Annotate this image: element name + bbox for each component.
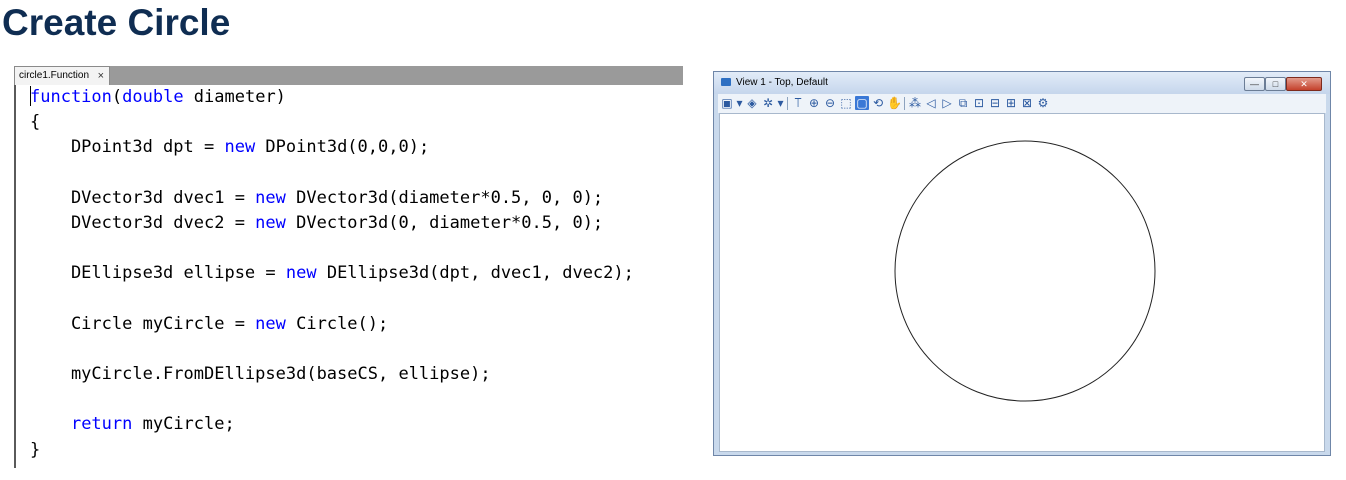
view-attributes-icon[interactable]: ▣ xyxy=(720,96,734,110)
view-canvas[interactable] xyxy=(719,113,1325,452)
code-text: DVector3d(diameter*0.5, 0, 0); xyxy=(285,187,604,208)
code-line: DVector3d dvec1 = new DVector3d(diameter… xyxy=(30,186,634,211)
dropdown-arrow-icon[interactable]: ▾ xyxy=(736,96,743,110)
pan-view-icon[interactable]: ✋ xyxy=(887,96,902,110)
code-keyword: double xyxy=(122,87,184,107)
code-text: DVector3d dvec2 = xyxy=(30,212,256,233)
copy-view-icon[interactable]: ⧉ xyxy=(956,96,970,110)
close-icon[interactable]: × xyxy=(98,67,104,85)
minimize-button[interactable]: — xyxy=(1244,77,1265,91)
code-line: return myCircle; xyxy=(30,412,634,437)
walk-icon[interactable]: ⁂ xyxy=(908,96,922,110)
editor-tab[interactable]: circle1.Function × xyxy=(14,66,110,85)
code-line: } xyxy=(30,438,634,463)
editor-tab-label: circle1.Function xyxy=(19,70,90,81)
code-text: { xyxy=(30,112,41,133)
code-line: myCircle.FromDEllipse3d(baseCS, ellipse)… xyxy=(30,362,634,387)
view-window-icon xyxy=(721,78,731,86)
view-toolbar: ▣ ▾ ◈ ✲ ▾ ⟙ ⊕ ⊖ ⬚ ▢ ⟲ ✋ ⁂ ◁ ▷ ⧉ ⊡ ⊟ ⊞ ⊠ ⚙ xyxy=(718,94,1326,113)
circle-element[interactable] xyxy=(894,140,1156,402)
code-keyword: return xyxy=(70,414,133,435)
code-keyword: new xyxy=(255,212,286,233)
code-text: DVector3d(0, diameter*0.5, 0); xyxy=(285,212,604,233)
code-text: Circle myCircle = xyxy=(30,313,256,334)
code-line: { xyxy=(30,110,634,135)
code-content: function(double diameter){ DPoint3d dpt … xyxy=(30,85,634,463)
page-title: Create Circle xyxy=(2,2,231,43)
code-line: DEllipse3d ellipse = new DEllipse3d(dpt,… xyxy=(30,261,634,286)
maximize-button[interactable]: □ xyxy=(1265,77,1286,91)
code-keyword: new xyxy=(255,187,286,208)
view-title-bar[interactable]: View 1 - Top, Default — □ ✕ xyxy=(714,72,1330,94)
code-line: DPoint3d dpt = new DPoint3d(0,0,0); xyxy=(30,135,634,160)
code-keyword: new xyxy=(255,313,286,334)
dropdown-arrow-icon[interactable]: ▾ xyxy=(777,96,784,110)
clip-volume-icon[interactable]: ⊟ xyxy=(988,96,1002,110)
code-text: DPoint3d dpt = xyxy=(30,137,225,158)
code-keyword: new xyxy=(224,137,256,158)
rotate-view-icon[interactable]: ⟲ xyxy=(871,96,885,110)
code-text: DEllipse3d ellipse = xyxy=(30,263,286,284)
code-text: myCircle.FromDEllipse3d(baseCS, ellipse)… xyxy=(30,364,491,385)
toolbar-separator xyxy=(787,97,788,110)
view-settings-icon[interactable]: ⚙ xyxy=(1036,96,1050,110)
code-line: Circle myCircle = new Circle(); xyxy=(30,312,634,337)
code-text: Circle(); xyxy=(285,313,389,334)
window-area-icon[interactable]: ⬚ xyxy=(839,96,853,110)
view-previous-icon[interactable]: ◁ xyxy=(924,96,938,110)
view-title: View 1 - Top, Default xyxy=(736,77,828,88)
update-view-icon[interactable]: ⟙ xyxy=(791,96,805,110)
code-keyword: new xyxy=(285,263,317,284)
close-button[interactable]: ✕ xyxy=(1286,77,1322,91)
code-text: DVector3d dvec1 = xyxy=(30,187,256,208)
zoom-out-icon[interactable]: ⊖ xyxy=(823,96,837,110)
code-text: DPoint3d(0,0,0); xyxy=(255,137,430,158)
reset-icon[interactable]: ⊠ xyxy=(1020,96,1034,110)
clip-mask-icon[interactable]: ⊞ xyxy=(1004,96,1018,110)
code-text: diameter) xyxy=(183,87,286,107)
editor-tab-bar: circle1.Function × xyxy=(14,66,683,85)
zoom-in-icon[interactable]: ⊕ xyxy=(807,96,821,110)
code-text: ( xyxy=(111,87,123,107)
view-next-icon[interactable]: ▷ xyxy=(940,96,954,110)
code-keyword: function xyxy=(30,87,112,107)
display-style-icon[interactable]: ✲ xyxy=(761,96,775,110)
code-line: function(double diameter) xyxy=(30,85,634,110)
toolbar-separator xyxy=(904,97,905,110)
view-window: View 1 - Top, Default — □ ✕ ▣ ▾ ◈ ✲ ▾ ⟙ ⊕ ⊖ ⬚ ▢ ⟲ ✋… xyxy=(713,71,1331,456)
view-drawing xyxy=(894,140,1156,402)
camera-icon[interactable]: ⊡ xyxy=(972,96,986,110)
fit-view-icon[interactable]: ▢ xyxy=(855,96,869,110)
code-text: } xyxy=(30,439,41,460)
code-text: DEllipse3d(dpt, dvec1, dvec2); xyxy=(316,263,634,284)
code-editor: circle1.Function × function(double diame… xyxy=(14,66,683,468)
code-text: myCircle; xyxy=(132,414,235,435)
editor-text-area[interactable]: function(double diameter){ DPoint3d dpt … xyxy=(14,85,683,468)
level-display-icon[interactable]: ◈ xyxy=(745,96,759,110)
code-line: DVector3d dvec2 = new DVector3d(0, diame… xyxy=(30,211,634,236)
